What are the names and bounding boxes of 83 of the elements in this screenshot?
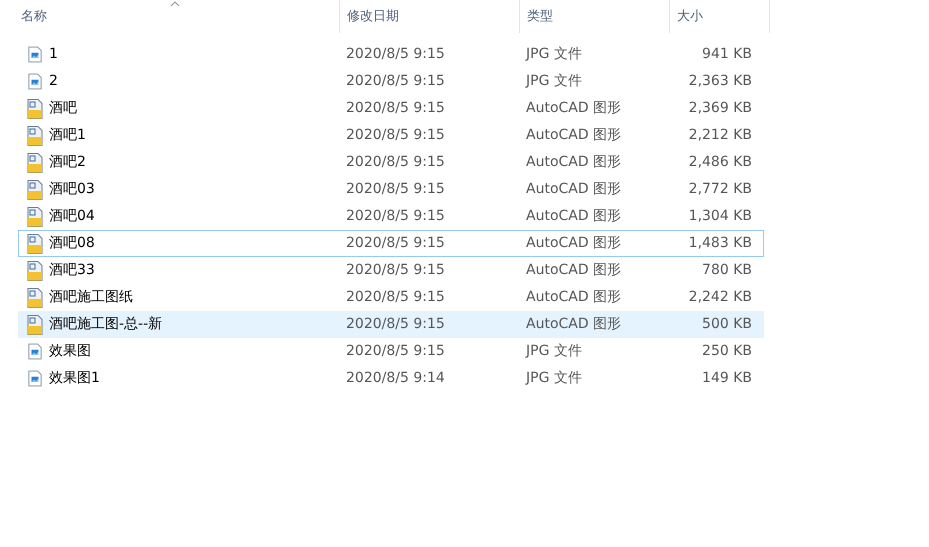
- file-name: 酒吧04: [49, 207, 96, 226]
- drawing-file-icon: [26, 152, 44, 172]
- file-row[interactable]: 酒吧1 2020/8/5 9:15 AutoCAD 图形 2,212 KB: [18, 122, 764, 149]
- file-row[interactable]: 效果图 2020/8/5 9:15 JPG 文件 250 KB: [18, 338, 764, 365]
- file-size: 1,483 KB: [688, 234, 752, 253]
- file-size: 2,363 KB: [688, 72, 752, 91]
- file-size: 2,772 KB: [688, 180, 752, 199]
- column-header[interactable]: 大小: [670, 0, 770, 33]
- drawing-file-icon: [26, 288, 44, 308]
- file-name: 效果图1: [49, 369, 101, 388]
- drawing-file-icon: [26, 126, 44, 146]
- modified-date: 2020/8/5 9:15: [346, 207, 446, 226]
- file-row[interactable]: 效果图1 2020/8/5 9:14 JPG 文件 149 KB: [18, 365, 764, 392]
- file-type: AutoCAD 图形: [526, 99, 622, 118]
- file-type: AutoCAD 图形: [526, 261, 622, 280]
- file-type: JPG 文件: [526, 369, 583, 388]
- file-name: 酒吧施工图纸: [49, 288, 134, 307]
- file-name: 1: [49, 45, 59, 64]
- modified-date: 2020/8/5 9:15: [346, 342, 446, 361]
- drawing-file-icon: [26, 180, 44, 200]
- modified-date: 2020/8/5 9:15: [346, 99, 446, 118]
- file-row[interactable]: 酒吧04 2020/8/5 9:15 AutoCAD 图形 1,304 KB: [18, 203, 764, 230]
- file-size: 250 KB: [701, 342, 752, 361]
- modified-date: 2020/8/5 9:15: [346, 288, 446, 307]
- file-size: 2,369 KB: [688, 99, 752, 118]
- modified-date: 2020/8/5 9:15: [346, 45, 446, 64]
- file-type: AutoCAD 图形: [526, 126, 622, 145]
- file-row[interactable]: 1 2020/8/5 9:15 JPG 文件 941 KB: [18, 41, 764, 68]
- file-row[interactable]: 酒吧 2020/8/5 9:15 AutoCAD 图形 2,369 KB: [18, 95, 764, 122]
- file-name: 酒吧1: [49, 126, 87, 145]
- file-row[interactable]: 酒吧施工图纸 2020/8/5 9:15 AutoCAD 图形 2,242 KB: [18, 284, 764, 311]
- drawing-file-icon: [26, 98, 44, 118]
- file-type: AutoCAD 图形: [526, 234, 622, 253]
- sort-ascending-icon: [170, 1, 180, 7]
- column-header[interactable]: 修改日期: [340, 0, 520, 33]
- column-header[interactable]: 类型: [520, 0, 670, 33]
- file-row[interactable]: 酒吧2 2020/8/5 9:15 AutoCAD 图形 2,486 KB: [18, 149, 764, 176]
- modified-date: 2020/8/5 9:15: [346, 234, 446, 253]
- file-name: 效果图: [49, 342, 92, 361]
- file-size: 500 KB: [701, 315, 752, 334]
- file-type: AutoCAD 图形: [526, 153, 622, 172]
- file-row[interactable]: 酒吧08 2020/8/5 9:15 AutoCAD 图形 1,483 KB: [18, 230, 764, 257]
- modified-date: 2020/8/5 9:15: [346, 315, 446, 334]
- file-name: 酒吧08: [49, 234, 96, 253]
- file-type: AutoCAD 图形: [526, 180, 622, 199]
- file-type: JPG 文件: [526, 342, 583, 361]
- file-type: AutoCAD 图形: [526, 315, 622, 334]
- modified-date: 2020/8/5 9:15: [346, 153, 446, 172]
- image-file-icon: [28, 73, 42, 90]
- file-size: 941 KB: [701, 45, 752, 64]
- file-size: 149 KB: [701, 369, 752, 388]
- image-file-icon: [28, 370, 42, 387]
- modified-date: 2020/8/5 9:15: [346, 126, 446, 145]
- file-row[interactable]: 2 2020/8/5 9:15 JPG 文件 2,363 KB: [18, 68, 764, 95]
- file-type: AutoCAD 图形: [526, 288, 622, 307]
- modified-date: 2020/8/5 9:15: [346, 261, 446, 280]
- file-name: 2: [49, 72, 59, 91]
- file-row[interactable]: 酒吧施工图-总--新 2020/8/5 9:15 AutoCAD 图形 500 KB: [18, 311, 764, 338]
- column-header[interactable]: 名称: [0, 0, 340, 33]
- modified-date: 2020/8/5 9:14: [346, 369, 446, 388]
- drawing-file-icon: [26, 260, 44, 280]
- file-row[interactable]: 酒吧03 2020/8/5 9:15 AutoCAD 图形 2,772 KB: [18, 176, 764, 203]
- file-name: 酒吧: [49, 99, 78, 118]
- file-name: 酒吧2: [49, 153, 87, 172]
- image-file-icon: [28, 46, 42, 63]
- file-size: 780 KB: [701, 261, 752, 280]
- file-size: 1,304 KB: [688, 207, 752, 226]
- file-size: 2,242 KB: [688, 288, 752, 307]
- file-name: 酒吧33: [49, 261, 96, 280]
- modified-date: 2020/8/5 9:15: [346, 72, 446, 91]
- file-name: 酒吧03: [49, 180, 96, 199]
- file-name: 酒吧施工图-总--新: [49, 315, 164, 334]
- file-size: 2,486 KB: [688, 153, 752, 172]
- drawing-file-icon: [26, 206, 44, 226]
- file-size: 2,212 KB: [688, 126, 752, 145]
- drawing-file-icon: [26, 314, 44, 334]
- file-type: JPG 文件: [526, 45, 583, 64]
- drawing-file-icon: [26, 234, 44, 254]
- file-row[interactable]: 酒吧33 2020/8/5 9:15 AutoCAD 图形 780 KB: [18, 257, 764, 284]
- file-type: JPG 文件: [526, 72, 583, 91]
- image-file-icon: [28, 343, 42, 360]
- modified-date: 2020/8/5 9:15: [346, 180, 446, 199]
- file-type: AutoCAD 图形: [526, 207, 622, 226]
